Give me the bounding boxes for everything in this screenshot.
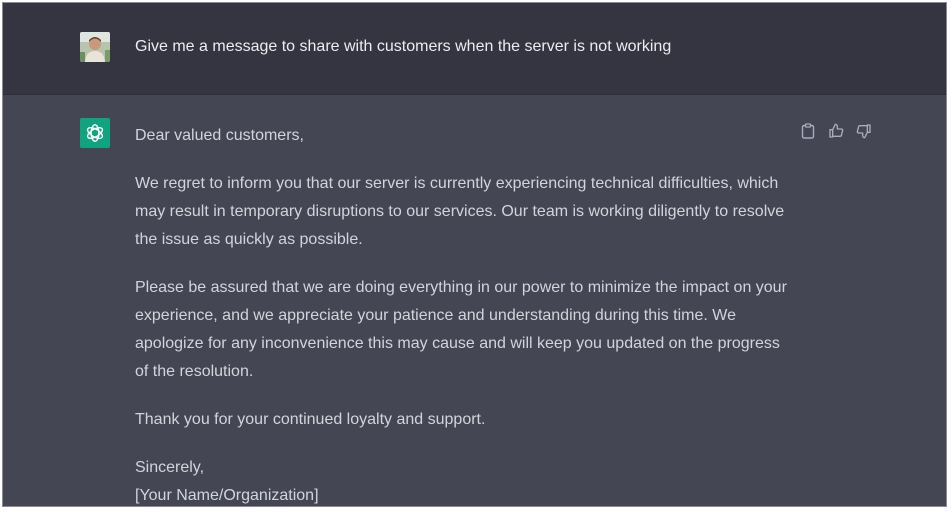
user-avatar [80, 32, 110, 62]
signature-line: [Your Name/Organization] [135, 487, 319, 504]
paragraph-2: Please be assured that we are doing ever… [135, 279, 787, 380]
chat-window: Give me a message to share with customer… [2, 2, 947, 507]
assistant-avatar [80, 118, 110, 148]
thumbs-up-button[interactable] [828, 123, 844, 139]
thumbs-up-icon [829, 123, 844, 138]
copy-icon [801, 123, 815, 139]
assistant-message-text: Dear valued customers, We regret to info… [135, 122, 795, 506]
user-photo-icon [80, 32, 110, 62]
thumbs-down-icon [856, 124, 871, 139]
thumbs-down-button[interactable] [856, 123, 872, 139]
assistant-message-row: Dear valued customers, We regret to info… [3, 95, 946, 506]
message-actions [800, 123, 872, 139]
user-message-row: Give me a message to share with customer… [3, 3, 946, 95]
greeting-line: Dear valued customers, [135, 127, 304, 144]
paragraph-1: We regret to inform you that our server … [135, 175, 785, 248]
copy-button[interactable] [800, 123, 816, 139]
paragraph-3: Thank you for your continued loyalty and… [135, 411, 486, 428]
closing-line: Sincerely, [135, 459, 205, 476]
user-message-text: Give me a message to share with customer… [135, 38, 672, 55]
chatgpt-logo-icon [86, 124, 104, 142]
